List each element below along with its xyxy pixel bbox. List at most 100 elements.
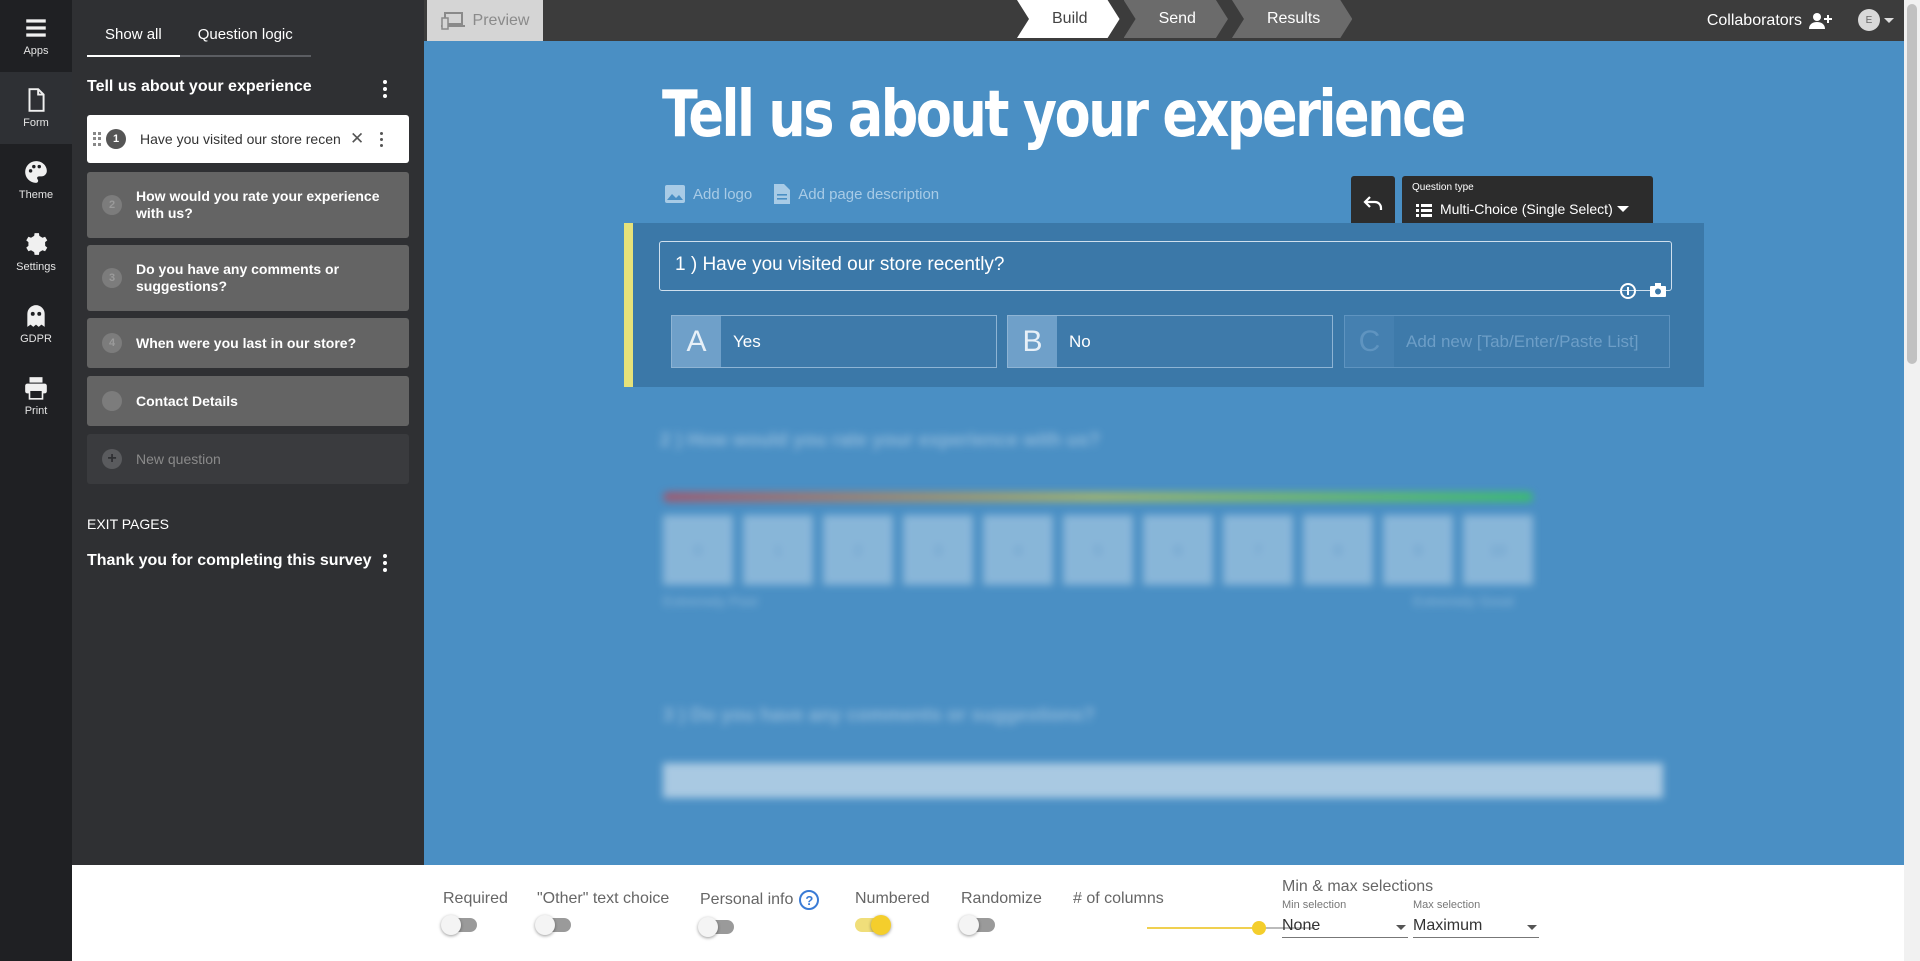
plus-icon: +	[102, 449, 122, 469]
add-description-button[interactable]: Add page description	[774, 184, 939, 204]
columns-slider-thumb[interactable]	[1252, 921, 1266, 935]
exit-pages-heading: EXIT PAGES	[87, 516, 169, 532]
tab-question-logic[interactable]: Question logic	[179, 18, 311, 57]
close-icon[interactable]: ✕	[350, 129, 364, 149]
question-type-select[interactable]: Question type Multi-Choice (Single Selec…	[1402, 176, 1653, 229]
numbered-toggle[interactable]	[855, 915, 891, 935]
chevron-down-icon	[1617, 206, 1629, 212]
sidebar-question-2[interactable]: 2 How would you rate your experience wit…	[87, 172, 409, 238]
other-text-toggle[interactable]	[535, 915, 571, 935]
rail-theme[interactable]: Theme	[0, 144, 72, 216]
exit-page-menu-icon[interactable]	[375, 553, 395, 573]
question-number	[102, 391, 122, 411]
step-send[interactable]: Send	[1124, 0, 1228, 38]
required-toggle[interactable]	[441, 915, 477, 935]
add-logo-label: Add logo	[693, 185, 753, 203]
user-avatar[interactable]: E	[1858, 9, 1880, 31]
max-selection-select[interactable]: Maximum	[1413, 917, 1539, 938]
chevron-down-icon[interactable]	[1884, 18, 1894, 23]
rating-box: 2	[823, 515, 893, 585]
rating-high-label: Extremely Good	[1413, 593, 1514, 609]
collaborators-label: Collaborators	[1706, 11, 1802, 29]
scrollbar-thumb[interactable]	[1907, 4, 1917, 364]
add-person-icon	[1809, 12, 1832, 29]
undo-icon	[1363, 195, 1383, 210]
columns-option: # of columns	[1073, 890, 1164, 908]
blurred-questions-preview: 2 ) How would you rate your experience w…	[660, 430, 1670, 810]
personal-info-toggle[interactable]	[698, 917, 734, 937]
rating-box: 1	[743, 515, 813, 585]
preview-label: Preview	[472, 11, 530, 29]
document-icon	[28, 88, 45, 112]
step-results[interactable]: Results	[1232, 0, 1352, 38]
personal-info-option: Personal info?	[698, 890, 820, 937]
min-max-label: Min & max selections	[1282, 878, 1434, 895]
help-icon[interactable]: ?	[799, 890, 820, 910]
sidebar-page-title[interactable]: Tell us about your experience	[87, 78, 312, 96]
image-icon	[665, 185, 685, 203]
rail-apps-label: Apps	[23, 45, 49, 57]
add-choice-placeholder: Add new [Tab/Enter/Paste List]	[1406, 331, 1639, 351]
required-option: Required	[441, 890, 508, 935]
question-text-input[interactable]: 1 ) Have you visited our store recently?	[659, 241, 1672, 291]
min-selection-label: Min selection	[1282, 899, 1347, 911]
question-number: 4	[102, 333, 122, 353]
choice-letter: C	[1345, 316, 1394, 367]
rating-box: 10	[1463, 515, 1533, 585]
numbered-option: Numbered	[855, 890, 930, 935]
sidebar-question-1[interactable]: 1 Have you visited our store recen ✕	[87, 115, 409, 163]
personal-info-label: Personal info	[700, 891, 794, 908]
undo-button[interactable]	[1351, 176, 1395, 229]
rating-box: 7	[1223, 515, 1293, 585]
app-rail: Apps Form Theme Settings GDPR Print	[0, 0, 72, 961]
sidebar-question-3[interactable]: 3 Do you have any comments or suggestion…	[87, 245, 409, 311]
sidebar-question-label: When were you last in our store?	[136, 335, 357, 351]
page-header-actions: Add logo Add page description	[665, 184, 939, 204]
page-title[interactable]: Tell us about your experience	[662, 78, 1466, 152]
rail-form[interactable]: Form	[0, 72, 72, 144]
question-card-1: 1 ) Have you visited our store recently?…	[624, 223, 1704, 387]
camera-icon[interactable]	[1650, 283, 1666, 297]
collaborators-button[interactable]: Collaborators	[1707, 0, 1834, 41]
step-build[interactable]: Build	[1017, 0, 1120, 38]
sidebar-question-label: Contact Details	[136, 393, 238, 409]
required-label: Required	[443, 890, 508, 907]
sidebar-question-4[interactable]: 4 When were you last in our store?	[87, 318, 409, 368]
add-logo-button[interactable]: Add logo	[665, 184, 752, 204]
info-icon[interactable]	[1620, 283, 1636, 299]
preview-button[interactable]: Preview	[427, 0, 543, 41]
rail-apps[interactable]: Apps	[0, 0, 72, 72]
rating-box: 3	[903, 515, 973, 585]
rating-box: 6	[1143, 515, 1213, 585]
sidebar-question-label: Do you have any comments or suggestions?	[136, 261, 340, 294]
printer-icon	[25, 377, 47, 400]
question-menu-icon[interactable]	[376, 129, 386, 149]
new-question-button[interactable]: + New question	[87, 434, 409, 484]
min-selection-select[interactable]: None	[1282, 917, 1408, 938]
drag-handle-icon[interactable]	[93, 132, 101, 146]
question-type-label: Question type	[1412, 182, 1474, 193]
rating-box: 5	[1063, 515, 1133, 585]
min-max-selections: Min & max selections	[1282, 878, 1433, 896]
rail-gdpr[interactable]: GDPR	[0, 288, 72, 360]
rail-gdpr-label: GDPR	[20, 333, 52, 345]
add-choice-input[interactable]: C Add new [Tab/Enter/Paste List]	[1344, 315, 1670, 368]
randomize-toggle[interactable]	[959, 915, 995, 935]
sidebar-tabs: Show all Question logic	[87, 18, 311, 57]
question-sidebar: Show all Question logic Tell us about yo…	[72, 0, 424, 865]
exit-page-title[interactable]: Thank you for completing this survey	[87, 552, 372, 570]
rail-settings[interactable]: Settings	[0, 216, 72, 288]
list-icon	[1416, 204, 1432, 217]
sidebar-contact-details[interactable]: Contact Details	[87, 376, 409, 426]
page-menu-icon[interactable]	[375, 79, 395, 99]
add-description-label: Add page description	[798, 185, 940, 203]
rail-print[interactable]: Print	[0, 360, 72, 432]
question-media-actions	[1620, 283, 1666, 299]
choice-a[interactable]: A Yes	[671, 315, 997, 368]
tab-show-all[interactable]: Show all	[87, 18, 180, 57]
rating-gradient	[663, 492, 1533, 502]
choice-b[interactable]: B No	[1007, 315, 1333, 368]
page-scrollbar[interactable]	[1904, 0, 1920, 961]
columns-label: # of columns	[1073, 890, 1164, 907]
gear-icon	[26, 233, 48, 255]
